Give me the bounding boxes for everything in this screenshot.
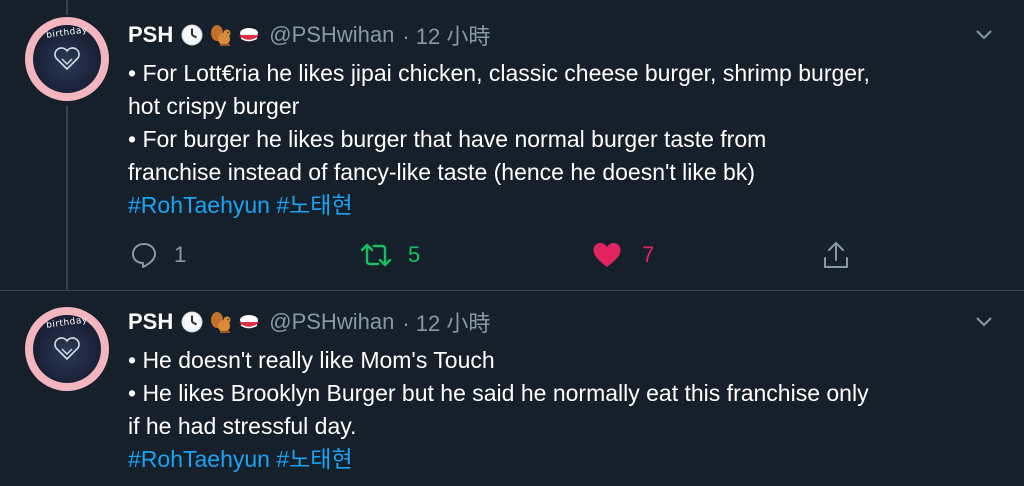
squirrel-icon [209,311,231,333]
clock-icon [181,311,203,333]
tweet-header: PSH @PSHwihan · 12 小時 [128,20,490,50]
timestamp[interactable]: · 12 小時 [402,19,490,51]
user-handle[interactable]: @PSHwihan [269,22,394,48]
tweet-text: • He doesn't really like Mom's Touch • H… [128,344,1008,476]
rice-bowl-icon [237,311,260,333]
hashtag-link[interactable]: #노태현 [276,192,352,218]
like-button[interactable]: 7 [592,238,654,272]
chevron-down-icon[interactable] [974,311,994,331]
heart-logo-icon [54,337,80,361]
tweet-header: PSH @PSHwihan · 12 小時 [128,307,490,337]
heart-icon [593,243,621,267]
tweet-text-line: if he had stressful day. [128,413,357,439]
tweet-text-line: hot crispy burger [128,93,300,119]
heart-logo-icon [54,47,80,71]
hashtag-link[interactable]: #RohTaehyun [128,192,270,218]
reply-count: 1 [174,242,187,267]
hashtag-link[interactable]: #노태현 [276,446,352,472]
reply-button[interactable]: 1 [130,238,186,272]
retweet-count: 5 [408,242,421,267]
tweet[interactable]: birthday PSH @PSHwihan · 12 小時 • He does… [0,291,1024,486]
tweet-text: • For Lott€ria he likes jipai chicken, c… [128,57,1008,222]
chevron-down-icon[interactable] [974,24,994,44]
retweet-icon [360,243,392,267]
avatar[interactable]: birthday [25,17,109,101]
reply-icon [132,243,156,268]
tweet-actions: 1 5 7 [130,238,860,272]
hashtag-link[interactable]: #RohTaehyun [128,446,270,472]
tweet-text-line: franchise instead of fancy-like taste (h… [128,159,756,185]
squirrel-icon [209,24,231,46]
like-count: 7 [642,242,655,267]
tweet-text-line: • He doesn't really like Mom's Touch [128,347,495,373]
timestamp[interactable]: · 12 小時 [402,306,490,338]
tweet-text-line: • For burger he likes burger that have n… [128,126,767,152]
thread-connector [66,106,68,290]
tweet-text-line: • For Lott€ria he likes jipai chicken, c… [128,60,870,86]
rice-bowl-icon [237,24,260,46]
user-handle[interactable]: @PSHwihan [269,309,394,335]
retweet-button[interactable]: 5 [360,238,420,272]
display-name[interactable]: PSH [128,309,173,335]
tweet-text-line: • He likes Brooklyn Burger but he said h… [128,380,869,406]
display-name[interactable]: PSH [128,22,173,48]
clock-icon [181,24,203,46]
tweet[interactable]: birthday PSH @PSHwihan · 12 小時 • For Lot… [0,0,1024,290]
avatar[interactable]: birthday [25,307,109,391]
share-button[interactable] [822,238,850,272]
thread-connector [66,0,68,15]
share-icon [824,242,848,268]
